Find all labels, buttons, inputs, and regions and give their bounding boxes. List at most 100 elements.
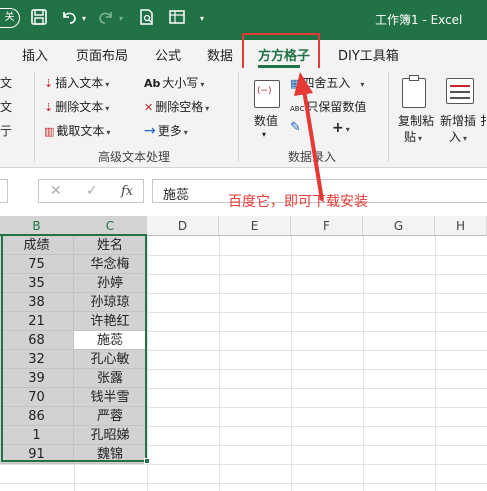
table-cell[interactable]: 91: [0, 445, 74, 464]
column-header-b[interactable]: B: [0, 216, 74, 236]
column-header-c[interactable]: C: [74, 216, 147, 236]
table-cell[interactable]: 施蕊: [74, 331, 147, 350]
table-cell[interactable]: 70: [0, 388, 74, 407]
chevron-down-icon: ▾: [418, 134, 423, 143]
table-cell[interactable]: 21: [0, 312, 74, 331]
table-cell[interactable]: 35: [0, 274, 74, 293]
customize-qat-icon[interactable]: ▾: [200, 14, 204, 23]
formula-content: 施蕊: [163, 188, 190, 203]
chevron-down-icon: ▾: [183, 128, 188, 137]
case-button[interactable]: Ab 大小写 ▾: [144, 74, 204, 91]
new-insert-sub[interactable]: 入 ▾: [449, 128, 467, 145]
chevron-down-icon: ▾: [105, 80, 110, 89]
case-icon: Ab: [144, 77, 161, 90]
tab-data[interactable]: 数据: [207, 45, 233, 64]
redo-icon[interactable]: [97, 8, 115, 30]
cancel-icon[interactable]: ✕: [50, 183, 62, 199]
round-label: 四舍五入: [302, 76, 351, 90]
insert-function-icon[interactable]: fx: [121, 184, 133, 199]
grid-hline: [0, 483, 487, 484]
insert-text-button[interactable]: ⇣ 插入文本 ▾: [44, 74, 109, 91]
table-cell[interactable]: 孔昭娣: [74, 426, 147, 445]
column-header-e[interactable]: E: [219, 216, 291, 236]
table-cell[interactable]: 32: [0, 350, 74, 369]
tab-page-layout[interactable]: 页面布局: [76, 45, 128, 64]
abc-icon: ABC: [290, 105, 305, 113]
table-cell[interactable]: 孙琼琼: [74, 293, 147, 312]
table-cell[interactable]: 38: [0, 293, 74, 312]
undo-icon[interactable]: [60, 8, 78, 30]
more-label: 更多: [157, 124, 182, 138]
extract-text-icon: ▥: [44, 125, 55, 138]
table-cell[interactable]: 孔心敏: [74, 350, 147, 369]
value-icon[interactable]: (−): [254, 80, 280, 108]
arrow-right-icon: →: [144, 123, 156, 139]
partial-button-3[interactable]: 亍: [0, 122, 12, 139]
chevron-down-icon: ▾: [105, 104, 110, 113]
add-label: +: [332, 120, 344, 136]
chevron-down-icon: ▾: [463, 134, 468, 143]
redo-dropdown-icon[interactable]: ▾: [119, 14, 123, 23]
round-button[interactable]: ▦ 四舍五入 ▾: [290, 74, 364, 91]
column-header-g[interactable]: G: [363, 216, 435, 236]
column-header-d[interactable]: D: [147, 216, 219, 236]
table-cell[interactable]: 严蓉: [74, 407, 147, 426]
table-header-cell[interactable]: 姓名: [74, 236, 147, 255]
tab-formulas[interactable]: 公式: [155, 45, 181, 64]
table-cell[interactable]: 86: [0, 407, 74, 426]
column-header-h[interactable]: H: [435, 216, 487, 236]
table-cell[interactable]: 许艳红: [74, 312, 147, 331]
partial-right-button[interactable]: 扌: [480, 112, 487, 129]
print-preview-icon[interactable]: [138, 8, 156, 30]
add-button[interactable]: + ▾: [332, 120, 350, 136]
new-insert-button[interactable]: 新增插: [440, 112, 476, 129]
group-separator: [34, 72, 35, 162]
table-cell[interactable]: 68: [0, 331, 74, 350]
extract-text-button[interactable]: ▥ 截取文本 ▾: [44, 122, 110, 139]
table-cell[interactable]: 魏锦: [74, 445, 147, 464]
more-button[interactable]: → 更多 ▾: [144, 122, 188, 139]
autosave-toggle[interactable]: 关: [0, 8, 20, 28]
chevron-down-icon: ▾: [345, 125, 350, 134]
table-cell[interactable]: 钱半雪: [74, 388, 147, 407]
value-label: 数值: [254, 114, 279, 128]
keep-value-button[interactable]: ABC 只保留数值: [290, 98, 366, 115]
edit-icon[interactable]: ✎: [290, 120, 303, 135]
table-cell[interactable]: 75: [0, 255, 74, 274]
undo-dropdown-icon[interactable]: ▾: [82, 14, 86, 23]
delete-text-button[interactable]: ⇣ 删除文本 ▾: [44, 98, 109, 115]
table-cell[interactable]: 1: [0, 426, 74, 445]
save-icon[interactable]: [30, 8, 48, 30]
delete-space-button[interactable]: ✕ 删除空格 ▾: [144, 98, 209, 115]
table-cell[interactable]: 张露: [74, 369, 147, 388]
confirm-icon[interactable]: ✓: [86, 183, 98, 199]
value-dropdown-icon[interactable]: ▾: [262, 130, 266, 139]
insert-text-icon: ⇣: [44, 77, 54, 90]
table-cell[interactable]: 39: [0, 369, 74, 388]
delete-space-icon: ✕: [144, 101, 154, 114]
case-label: 大小写: [162, 76, 199, 90]
table-header-cell[interactable]: 成绩: [0, 236, 74, 255]
copy-paste-sub[interactable]: 贴 ▾: [404, 128, 422, 145]
delete-text-label: 删除文本: [55, 100, 104, 114]
group-label-data-entry: 数据录入: [288, 150, 337, 164]
table-cell[interactable]: 华念梅: [74, 255, 147, 274]
insert-text-label: 插入文本: [55, 76, 104, 90]
delete-space-label: 删除空格: [155, 100, 204, 114]
partial-button-2[interactable]: 文: [0, 98, 12, 115]
clipboard-icon[interactable]: [402, 75, 426, 108]
name-box[interactable]: [0, 179, 8, 203]
column-header-f[interactable]: F: [291, 216, 363, 236]
workbook-title: 工作簿1 - Excel: [375, 13, 463, 27]
value-button[interactable]: 数值: [254, 112, 278, 129]
group-separator: [388, 72, 389, 162]
fill-handle[interactable]: [144, 458, 150, 464]
table-icon[interactable]: [168, 8, 186, 30]
partial-button-1[interactable]: 文: [0, 74, 12, 91]
copy-paste-button[interactable]: 复制粘: [398, 112, 434, 129]
tab-insert[interactable]: 插入: [22, 45, 48, 64]
chevron-down-icon: ▾: [205, 104, 210, 113]
table-cell[interactable]: 孙婷: [74, 274, 147, 293]
tab-diy-toolbox[interactable]: DIY工具箱: [338, 45, 399, 64]
insert-rows-icon[interactable]: [446, 78, 474, 104]
